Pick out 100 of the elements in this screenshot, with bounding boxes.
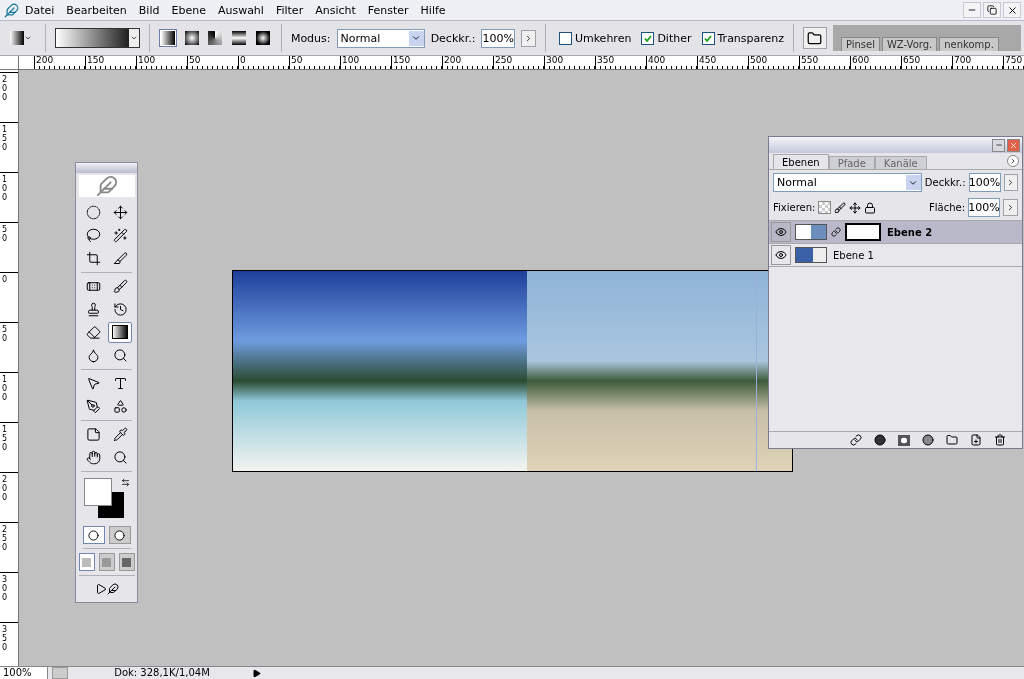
screen-mode-button[interactable] <box>118 553 135 571</box>
crop-icon <box>85 250 101 266</box>
ruler-label: 250 <box>2 525 8 552</box>
mask-mode-button[interactable] <box>82 526 105 544</box>
menu-item[interactable]: Filter <box>269 3 310 17</box>
gradient-type-button[interactable] <box>206 29 225 47</box>
layer-style-icon[interactable] <box>874 434 886 446</box>
knife-icon <box>112 250 128 266</box>
swap-colors-icon[interactable] <box>120 477 130 487</box>
layer-thumbnail <box>795 247 827 263</box>
close-button[interactable] <box>1003 2 1021 18</box>
ruler-label: 650 <box>901 56 952 69</box>
fill-field[interactable]: 100% <box>968 198 1000 217</box>
panel-tab[interactable]: Ebenen <box>773 154 829 169</box>
gradient-type-button[interactable] <box>230 29 249 47</box>
screen-mode-button[interactable] <box>78 553 95 571</box>
folder-icon[interactable] <box>946 434 958 446</box>
palette-tab[interactable]: nenkomp. <box>939 37 999 51</box>
layer-row[interactable]: Ebene 1 <box>769 244 1022 267</box>
history-brush-icon <box>112 301 128 317</box>
ruler-label: 750 <box>1003 56 1024 69</box>
menu-item[interactable]: Auswahl <box>211 3 270 17</box>
checkbox[interactable]: Transparenz <box>701 31 785 45</box>
ruler-label: 100 <box>2 175 8 202</box>
panel-tab[interactable]: Pfade <box>828 156 875 169</box>
pen-icon <box>85 398 101 414</box>
palette-tab[interactable]: WZ-Vorg. <box>882 37 938 51</box>
ruler-label: 200 <box>34 56 85 69</box>
status-menu-icon[interactable] <box>252 668 261 678</box>
eraser-icon <box>85 324 101 340</box>
chevron-right-icon <box>1006 203 1015 212</box>
ruler-label: 50 <box>289 56 340 69</box>
panel-tab[interactable]: Kanäle <box>874 156 927 169</box>
ruler-label: 100 <box>2 375 8 402</box>
menu-item[interactable]: Bild <box>132 3 166 17</box>
opacity-field[interactable]: 100% <box>481 28 516 48</box>
mask-mode-button[interactable] <box>108 526 131 544</box>
menu-item[interactable]: Ansicht <box>309 3 362 17</box>
dashed-ellipse-icon <box>85 204 101 220</box>
ruler-label: 300 <box>544 56 595 69</box>
eye-icon <box>775 249 787 261</box>
blend-mode-select[interactable]: Normal <box>773 173 922 192</box>
menu-item[interactable]: Datei <box>19 3 61 17</box>
minimize-button[interactable] <box>992 138 1005 152</box>
layer-row[interactable]: Ebene 2 <box>769 221 1022 244</box>
restore-button[interactable] <box>983 2 1001 18</box>
layer-name: Ebene 2 <box>887 226 933 238</box>
ruler-label: 0 <box>2 275 8 284</box>
background-color-swatch[interactable] <box>97 491 124 518</box>
note-icon <box>85 426 101 442</box>
minimize-icon <box>994 141 1003 149</box>
gradient-type-button[interactable] <box>182 29 201 47</box>
tool-button[interactable] <box>108 321 132 343</box>
fill-slider-button[interactable] <box>1003 199 1018 216</box>
menu-item[interactable]: Bearbeiten <box>60 3 133 17</box>
adjustment-layer-icon[interactable] <box>922 434 934 446</box>
brush-icon[interactable] <box>834 201 847 214</box>
menu-item[interactable]: Hilfe <box>414 3 452 17</box>
visibility-toggle[interactable] <box>771 222 791 242</box>
gradient-type-button[interactable] <box>158 29 177 47</box>
gradient-swatch-icon <box>9 31 24 45</box>
caret-icon <box>129 34 138 42</box>
close-icon <box>1006 4 1018 16</box>
zoom-field[interactable]: 100% <box>0 667 48 679</box>
caret-icon <box>411 33 422 43</box>
ruler-label: 700 <box>952 56 1003 69</box>
opacity-field[interactable]: 100% <box>968 173 1001 192</box>
file-browser-button[interactable] <box>803 27 827 49</box>
panel-menu-button[interactable] <box>1007 155 1019 167</box>
new-layer-icon[interactable] <box>970 434 982 446</box>
menu-item[interactable]: Ebene <box>165 3 212 17</box>
document-info: Dok: 328,1K/1,04M <box>113 667 211 679</box>
checkbox[interactable]: Dither <box>641 31 692 45</box>
gradient-picker[interactable] <box>54 28 140 48</box>
layer-thumbnail <box>795 224 827 240</box>
text-tool-icon <box>112 375 128 391</box>
link-icon[interactable] <box>850 434 862 446</box>
opacity-label: Deckkr.: <box>924 177 966 188</box>
lock-icon[interactable] <box>864 201 877 214</box>
zoom-icon <box>112 449 128 465</box>
trash-icon[interactable] <box>994 434 1006 446</box>
foreground-color-swatch[interactable] <box>83 477 112 506</box>
ruler-label: 200 <box>2 75 8 102</box>
mode-select[interactable]: Normal <box>336 28 425 48</box>
shape-icon <box>112 398 128 414</box>
opacity-slider-button[interactable] <box>1003 174 1018 191</box>
move-icon[interactable] <box>849 201 862 214</box>
opacity-slider-button[interactable] <box>521 29 536 47</box>
ruler-label: 150 <box>391 56 442 69</box>
lasso-icon <box>85 227 101 243</box>
circle-icon <box>88 529 99 541</box>
add-mask-icon[interactable] <box>898 434 910 446</box>
checkbox[interactable]: Umkehren <box>558 31 632 45</box>
palette-tab[interactable]: Pinsel <box>840 37 880 51</box>
move-icon <box>112 204 128 220</box>
menu-item[interactable]: Fenster <box>361 3 415 17</box>
feather-logo <box>78 174 135 197</box>
gradient-type-button[interactable] <box>254 29 272 47</box>
droplet-icon <box>85 347 101 363</box>
visibility-toggle[interactable] <box>771 245 791 265</box>
